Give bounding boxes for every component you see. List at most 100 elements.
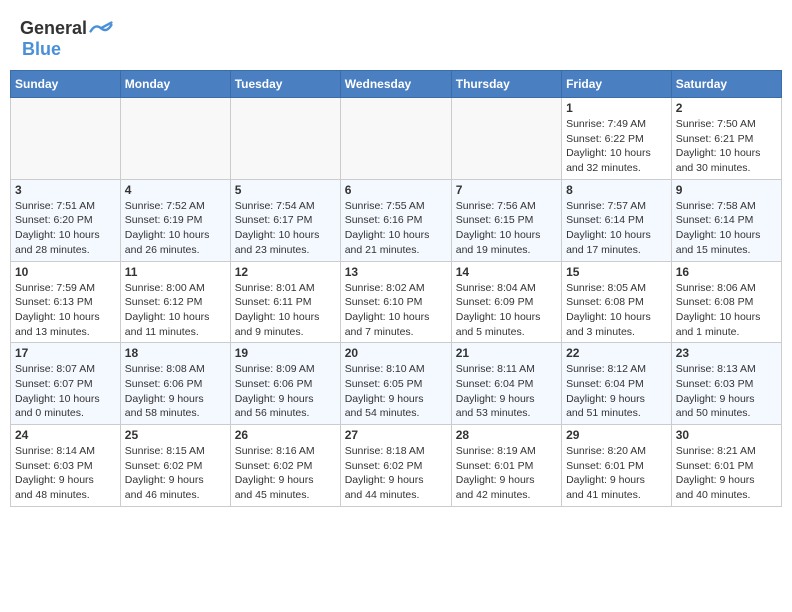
- calendar-cell: 3 Sunrise: 7:51 AM Sunset: 6:20 PM Daylig…: [11, 179, 121, 261]
- day-number: 23: [676, 346, 777, 360]
- weekday-thursday: Thursday: [451, 71, 561, 98]
- weekday-friday: Friday: [562, 71, 672, 98]
- day-info: Sunrise: 8:01 AM Sunset: 6:11 PM Dayligh…: [235, 281, 336, 340]
- weekday-wednesday: Wednesday: [340, 71, 451, 98]
- calendar-cell: 17 Sunrise: 8:07 AM Sunset: 6:07 PM Dayli…: [11, 343, 121, 425]
- day-number: 4: [125, 183, 226, 197]
- day-info: Sunrise: 8:19 AM Sunset: 6:01 PM Dayligh…: [456, 444, 557, 503]
- day-number: 18: [125, 346, 226, 360]
- day-number: 2: [676, 101, 777, 115]
- logo: General Blue: [20, 18, 113, 60]
- day-number: 8: [566, 183, 667, 197]
- logo-blue-text: Blue: [22, 39, 61, 60]
- calendar-cell: 5 Sunrise: 7:54 AM Sunset: 6:17 PM Daylig…: [230, 179, 340, 261]
- calendar-cell: 28 Sunrise: 8:19 AM Sunset: 6:01 PM Dayli…: [451, 425, 561, 507]
- day-number: 16: [676, 265, 777, 279]
- day-info: Sunrise: 7:50 AM Sunset: 6:21 PM Dayligh…: [676, 117, 777, 176]
- day-number: 12: [235, 265, 336, 279]
- day-info: Sunrise: 8:13 AM Sunset: 6:03 PM Dayligh…: [676, 362, 777, 421]
- day-info: Sunrise: 7:54 AM Sunset: 6:17 PM Dayligh…: [235, 199, 336, 258]
- calendar-cell: 12 Sunrise: 8:01 AM Sunset: 6:11 PM Dayli…: [230, 261, 340, 343]
- weekday-monday: Monday: [120, 71, 230, 98]
- day-info: Sunrise: 7:56 AM Sunset: 6:15 PM Dayligh…: [456, 199, 557, 258]
- calendar-cell: 25 Sunrise: 8:15 AM Sunset: 6:02 PM Dayli…: [120, 425, 230, 507]
- weekday-saturday: Saturday: [671, 71, 781, 98]
- day-info: Sunrise: 7:55 AM Sunset: 6:16 PM Dayligh…: [345, 199, 447, 258]
- day-number: 26: [235, 428, 336, 442]
- day-info: Sunrise: 8:11 AM Sunset: 6:04 PM Dayligh…: [456, 362, 557, 421]
- calendar-cell: 27 Sunrise: 8:18 AM Sunset: 6:02 PM Dayli…: [340, 425, 451, 507]
- day-info: Sunrise: 8:08 AM Sunset: 6:06 PM Dayligh…: [125, 362, 226, 421]
- calendar-cell: 18 Sunrise: 8:08 AM Sunset: 6:06 PM Dayli…: [120, 343, 230, 425]
- day-number: 7: [456, 183, 557, 197]
- day-info: Sunrise: 8:20 AM Sunset: 6:01 PM Dayligh…: [566, 444, 667, 503]
- day-info: Sunrise: 7:49 AM Sunset: 6:22 PM Dayligh…: [566, 117, 667, 176]
- day-info: Sunrise: 8:00 AM Sunset: 6:12 PM Dayligh…: [125, 281, 226, 340]
- calendar-cell: 19 Sunrise: 8:09 AM Sunset: 6:06 PM Dayli…: [230, 343, 340, 425]
- day-number: 21: [456, 346, 557, 360]
- calendar-cell: 1 Sunrise: 7:49 AM Sunset: 6:22 PM Daylig…: [562, 98, 672, 180]
- weekday-sunday: Sunday: [11, 71, 121, 98]
- calendar-cell: [451, 98, 561, 180]
- calendar-cell: 21 Sunrise: 8:11 AM Sunset: 6:04 PM Dayli…: [451, 343, 561, 425]
- day-number: 17: [15, 346, 116, 360]
- calendar-cell: 2 Sunrise: 7:50 AM Sunset: 6:21 PM Daylig…: [671, 98, 781, 180]
- day-info: Sunrise: 8:18 AM Sunset: 6:02 PM Dayligh…: [345, 444, 447, 503]
- day-number: 30: [676, 428, 777, 442]
- calendar-cell: 11Sunrise: 8:00 AM Sunset: 6:12 PM Dayli…: [120, 261, 230, 343]
- calendar-cell: [230, 98, 340, 180]
- day-number: 20: [345, 346, 447, 360]
- calendar-cell: 7 Sunrise: 7:56 AM Sunset: 6:15 PM Daylig…: [451, 179, 561, 261]
- day-number: 25: [125, 428, 226, 442]
- day-info: Sunrise: 7:57 AM Sunset: 6:14 PM Dayligh…: [566, 199, 667, 258]
- calendar-cell: 20 Sunrise: 8:10 AM Sunset: 6:05 PM Dayli…: [340, 343, 451, 425]
- day-info: Sunrise: 8:05 AM Sunset: 6:08 PM Dayligh…: [566, 281, 667, 340]
- day-number: 15: [566, 265, 667, 279]
- calendar-cell: 6 Sunrise: 7:55 AM Sunset: 6:16 PM Daylig…: [340, 179, 451, 261]
- day-number: 3: [15, 183, 116, 197]
- day-number: 10: [15, 265, 116, 279]
- day-info: Sunrise: 7:58 AM Sunset: 6:14 PM Dayligh…: [676, 199, 777, 258]
- day-info: Sunrise: 7:51 AM Sunset: 6:20 PM Dayligh…: [15, 199, 116, 258]
- weekday-tuesday: Tuesday: [230, 71, 340, 98]
- calendar-cell: [11, 98, 121, 180]
- calendar-cell: 14 Sunrise: 8:04 AM Sunset: 6:09 PM Dayli…: [451, 261, 561, 343]
- day-number: 27: [345, 428, 447, 442]
- day-number: 19: [235, 346, 336, 360]
- calendar-table: SundayMondayTuesdayWednesdayThursdayFrid…: [10, 70, 782, 507]
- day-info: Sunrise: 8:06 AM Sunset: 6:08 PM Dayligh…: [676, 281, 777, 340]
- day-info: Sunrise: 8:09 AM Sunset: 6:06 PM Dayligh…: [235, 362, 336, 421]
- calendar-cell: 8 Sunrise: 7:57 AM Sunset: 6:14 PM Daylig…: [562, 179, 672, 261]
- day-info: Sunrise: 7:59 AM Sunset: 6:13 PM Dayligh…: [15, 281, 116, 340]
- day-number: 29: [566, 428, 667, 442]
- calendar-cell: [340, 98, 451, 180]
- day-number: 6: [345, 183, 447, 197]
- day-info: Sunrise: 8:10 AM Sunset: 6:05 PM Dayligh…: [345, 362, 447, 421]
- day-number: 22: [566, 346, 667, 360]
- calendar-cell: 22 Sunrise: 8:12 AM Sunset: 6:04 PM Dayli…: [562, 343, 672, 425]
- day-info: Sunrise: 8:15 AM Sunset: 6:02 PM Dayligh…: [125, 444, 226, 503]
- calendar-cell: 24Sunrise: 8:14 AM Sunset: 6:03 PM Dayli…: [11, 425, 121, 507]
- day-info: Sunrise: 8:07 AM Sunset: 6:07 PM Dayligh…: [15, 362, 116, 421]
- day-info: Sunrise: 7:52 AM Sunset: 6:19 PM Dayligh…: [125, 199, 226, 258]
- calendar-cell: 4 Sunrise: 7:52 AM Sunset: 6:19 PM Daylig…: [120, 179, 230, 261]
- calendar-cell: [120, 98, 230, 180]
- calendar-cell: 29 Sunrise: 8:20 AM Sunset: 6:01 PM Dayli…: [562, 425, 672, 507]
- logo-general-text: General: [20, 18, 87, 39]
- calendar-cell: 13 Sunrise: 8:02 AM Sunset: 6:10 PM Dayli…: [340, 261, 451, 343]
- day-number: 1: [566, 101, 667, 115]
- day-info: Sunrise: 8:02 AM Sunset: 6:10 PM Dayligh…: [345, 281, 447, 340]
- day-info: Sunrise: 8:04 AM Sunset: 6:09 PM Dayligh…: [456, 281, 557, 340]
- calendar-cell: 26 Sunrise: 8:16 AM Sunset: 6:02 PM Dayli…: [230, 425, 340, 507]
- day-info: Sunrise: 8:12 AM Sunset: 6:04 PM Dayligh…: [566, 362, 667, 421]
- day-info: Sunrise: 8:16 AM Sunset: 6:02 PM Dayligh…: [235, 444, 336, 503]
- calendar-cell: 30Sunrise: 8:21 AM Sunset: 6:01 PM Dayli…: [671, 425, 781, 507]
- day-number: 13: [345, 265, 447, 279]
- day-number: 14: [456, 265, 557, 279]
- day-number: 28: [456, 428, 557, 442]
- logo-wave-icon: [89, 19, 113, 39]
- day-number: 9: [676, 183, 777, 197]
- header: General Blue: [10, 10, 782, 64]
- calendar-cell: 10 Sunrise: 7:59 AM Sunset: 6:13 PM Dayli…: [11, 261, 121, 343]
- day-number: 5: [235, 183, 336, 197]
